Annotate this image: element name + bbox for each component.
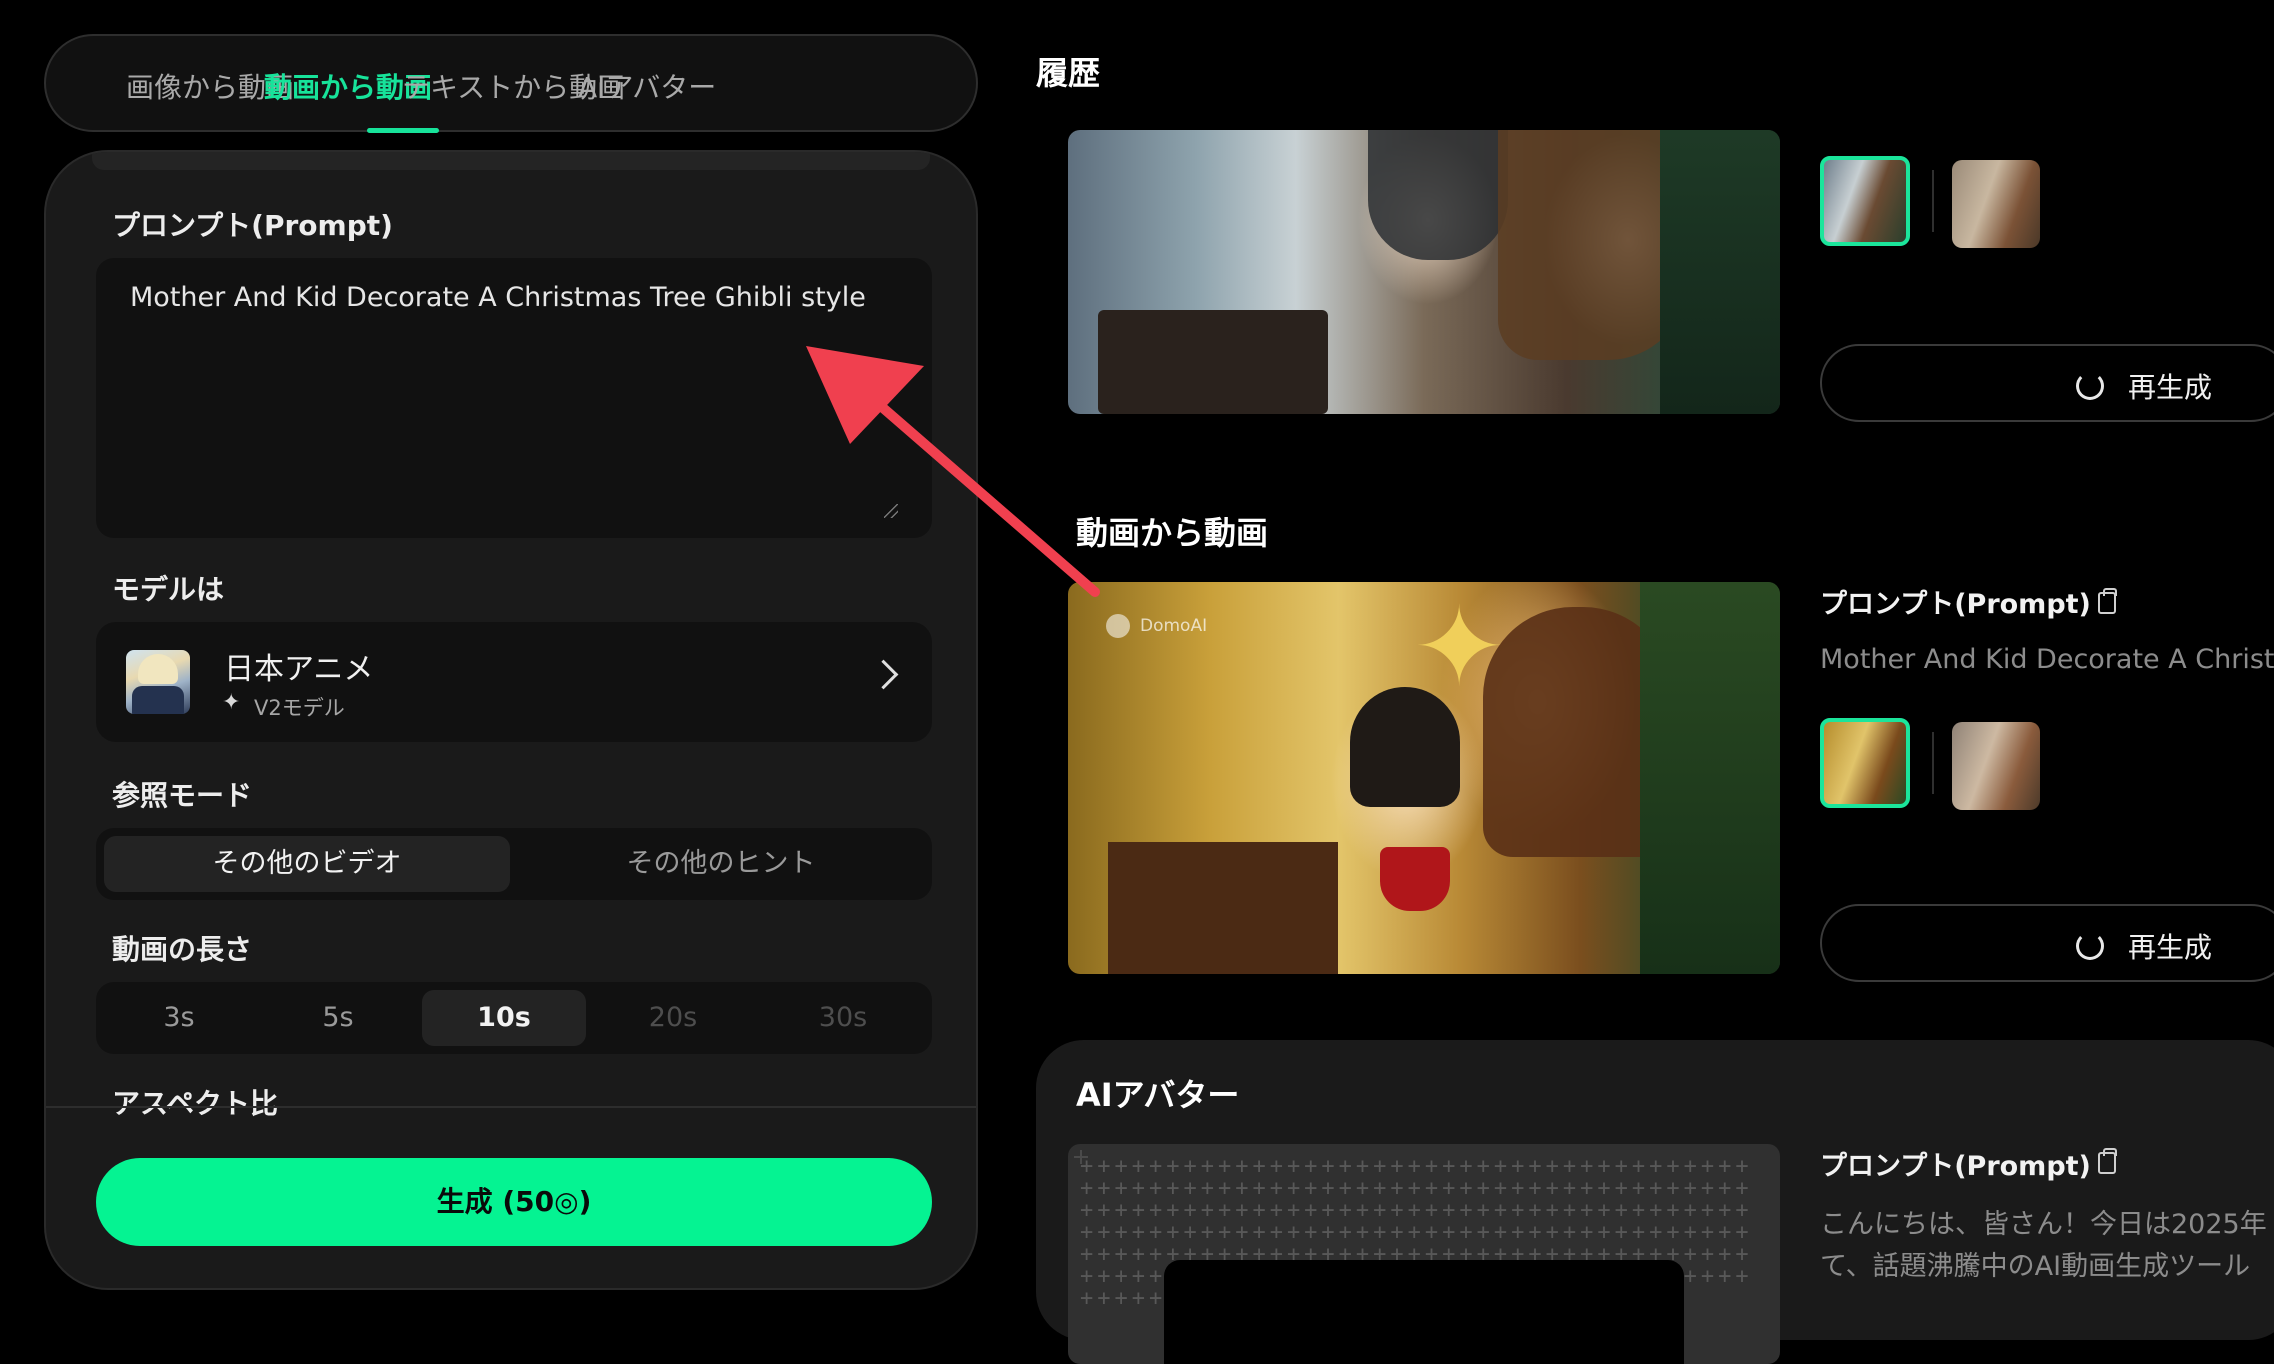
history-2-thumbnail-source[interactable] — [1952, 722, 2040, 810]
history-2-prompt-text: Mother And Kid Decorate A Christm — [1820, 644, 2274, 675]
panel-scroll-edge — [92, 152, 930, 170]
copy-icon[interactable] — [2098, 1148, 2117, 1174]
watermark-text: DomoAI — [1140, 616, 1208, 636]
regenerate-button-2[interactable]: 再生成 — [1820, 904, 2274, 982]
length-option-5s[interactable]: 5s — [258, 990, 418, 1046]
length-option-20s: 20s — [648, 1002, 698, 1033]
avatar-frame — [1164, 1260, 1684, 1364]
history-3-text-line-1: こんにちは、皆さん！今日は2025年 — [1820, 1209, 2267, 1240]
regenerate-label: 再生成 — [2128, 371, 2213, 404]
ai-avatar-title: AIアバター — [1076, 1076, 1240, 1114]
length-option-3s[interactable]: 3s — [104, 990, 254, 1046]
regenerate-button-1[interactable]: 再生成 — [1820, 344, 2274, 422]
reference-mode-toggle: その他のビデオ その他のヒント — [96, 828, 932, 900]
regenerate-icon — [2076, 372, 2104, 400]
generate-button[interactable]: 生成 (50◎) — [96, 1158, 932, 1246]
history-video-1[interactable] — [1068, 130, 1780, 414]
length-option-30s: 30s — [818, 1002, 868, 1033]
thumbnail-divider — [1932, 170, 1934, 232]
mode-tabs: 画像から動画 動画から動画 テキストから動画 AIアバター — [44, 34, 978, 133]
thumbnail-divider — [1932, 732, 1934, 794]
tab-ai-avatar[interactable]: AIアバター — [578, 66, 716, 106]
regenerate-icon — [2076, 932, 2104, 960]
aspect-ratio-label: アスペクト比 — [112, 1087, 279, 1120]
prompt-textarea[interactable]: Mother And Kid Decorate A Christmas Tree… — [96, 258, 932, 538]
ref-mode-other-video[interactable]: その他のビデオ — [104, 836, 510, 892]
reference-mode-label: 参照モード — [112, 779, 253, 812]
history-1-thumbnail-result[interactable] — [1820, 156, 1910, 246]
resize-grip-icon[interactable] — [884, 504, 898, 518]
history-video-2[interactable]: ✦ DomoAI — [1068, 582, 1780, 974]
model-name: 日本アニメ — [224, 652, 374, 687]
history-1-thumbnail-source[interactable] — [1952, 160, 2040, 248]
length-option-10s[interactable]: 10s — [422, 990, 586, 1046]
star-ornament: ✦ — [1413, 583, 1506, 711]
panel-divider — [46, 1106, 976, 1108]
history-2-prompt-label: プロンプト(Prompt) — [1820, 589, 2091, 620]
ai-avatar-preview[interactable]: ++++++++++++++++++++++++++++++++++++++++… — [1068, 1144, 1780, 1364]
model-version: V2モデル — [254, 696, 345, 720]
model-selector[interactable]: 日本アニメ ✦ V2モデル — [96, 622, 932, 742]
history-2-thumbnail-result[interactable] — [1820, 718, 1910, 808]
regenerate-label: 再生成 — [2128, 931, 2213, 964]
model-label: モデルは — [112, 573, 225, 606]
model-thumbnail — [126, 650, 190, 714]
history-entry-2-title: 動画から動画 — [1076, 514, 1269, 552]
ai-avatar-card: AIアバター +++++++++++++++++++++++++++++++++… — [1036, 1040, 2274, 1364]
sparkle-icon: ✦ — [222, 690, 241, 715]
watermark-logo — [1106, 614, 1130, 638]
prompt-value[interactable]: Mother And Kid Decorate A Christmas Tree… — [130, 282, 866, 313]
copy-icon[interactable] — [2098, 588, 2117, 614]
video-length-label: 動画の長さ — [112, 933, 253, 966]
video-length-selector: 3s 5s 10s 20s 30s — [96, 982, 932, 1054]
history-title: 履歴 — [1036, 54, 1101, 92]
history-3-text-line-2: て、話題沸騰中のAI動画生成ツール — [1820, 1251, 2251, 1282]
active-tab-indicator — [367, 128, 439, 133]
chevron-right-icon — [868, 659, 899, 690]
settings-panel: プロンプト(Prompt) Mother And Kid Decorate A … — [44, 150, 978, 1290]
ref-mode-other-hint[interactable]: その他のヒント — [518, 836, 924, 892]
history-3-prompt-label: プロンプト(Prompt) — [1820, 1151, 2091, 1182]
prompt-label: プロンプト(Prompt) — [112, 209, 393, 242]
